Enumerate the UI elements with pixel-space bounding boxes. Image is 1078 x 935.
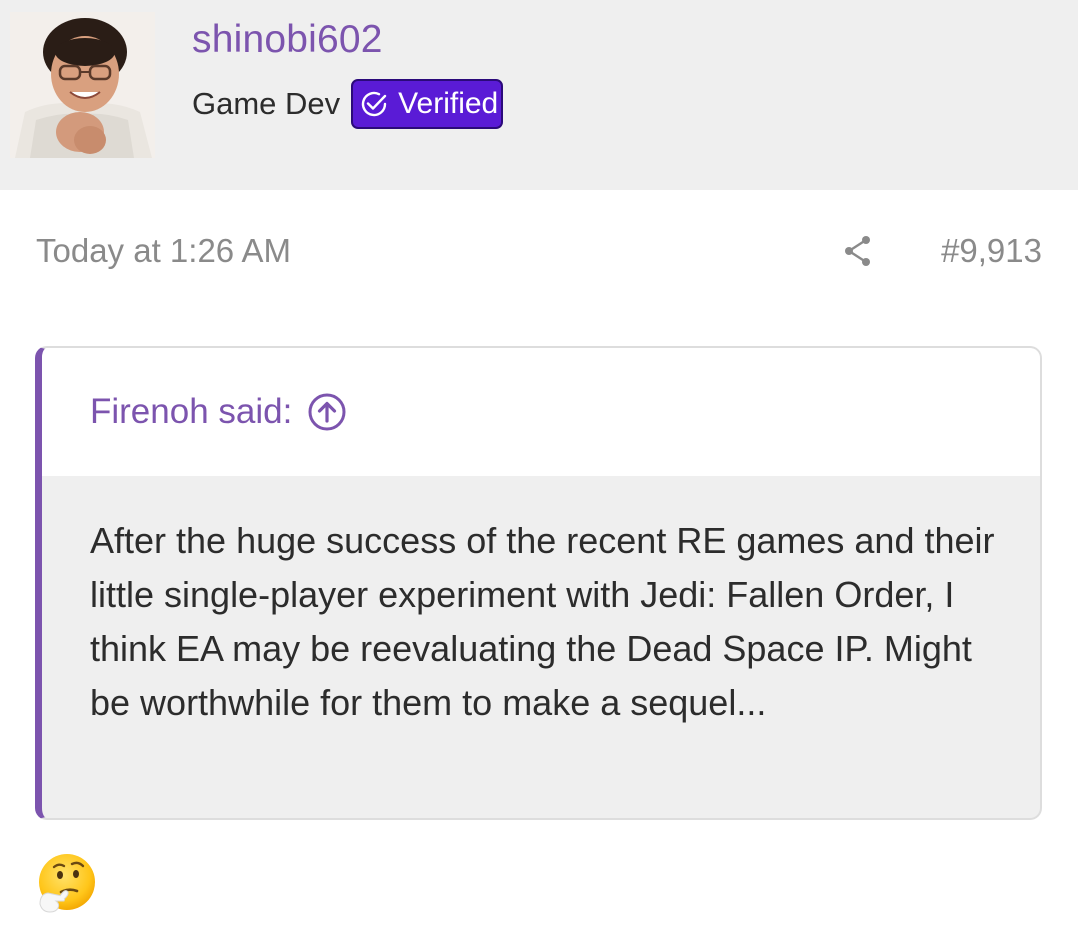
thinking-face-emoji bbox=[34, 852, 98, 916]
quote-block: Firenoh said: After the huge success of … bbox=[35, 346, 1042, 820]
user-title: Game Dev bbox=[192, 86, 341, 121]
verified-badge: Verified bbox=[351, 79, 504, 129]
verified-badge-label: Verified bbox=[398, 87, 499, 120]
user-title-row: Game Dev Verified bbox=[192, 78, 504, 130]
quote-author[interactable]: Firenoh said: bbox=[90, 392, 292, 432]
quote-text: After the huge success of the recent RE … bbox=[90, 520, 995, 723]
forum-post-page: shinobi602 Game Dev Verified Today at 1:… bbox=[0, 0, 1078, 935]
post-date[interactable]: Today at 1:26 AM bbox=[36, 232, 291, 270]
post-author-header: shinobi602 Game Dev Verified bbox=[0, 0, 1078, 190]
quote-attribution-link[interactable]: Firenoh said: bbox=[42, 348, 1040, 476]
check-circle-icon bbox=[358, 88, 390, 120]
share-icon[interactable] bbox=[842, 234, 874, 268]
avatar[interactable] bbox=[10, 12, 155, 158]
post-body: Today at 1:26 AM #9,913 Firenoh said: Af… bbox=[0, 190, 1078, 935]
post-number-link[interactable]: #9,913 bbox=[941, 232, 1042, 270]
username[interactable]: shinobi602 bbox=[192, 18, 383, 62]
user-avatar-photo bbox=[10, 12, 155, 158]
arrow-up-circle-icon[interactable] bbox=[307, 392, 347, 432]
